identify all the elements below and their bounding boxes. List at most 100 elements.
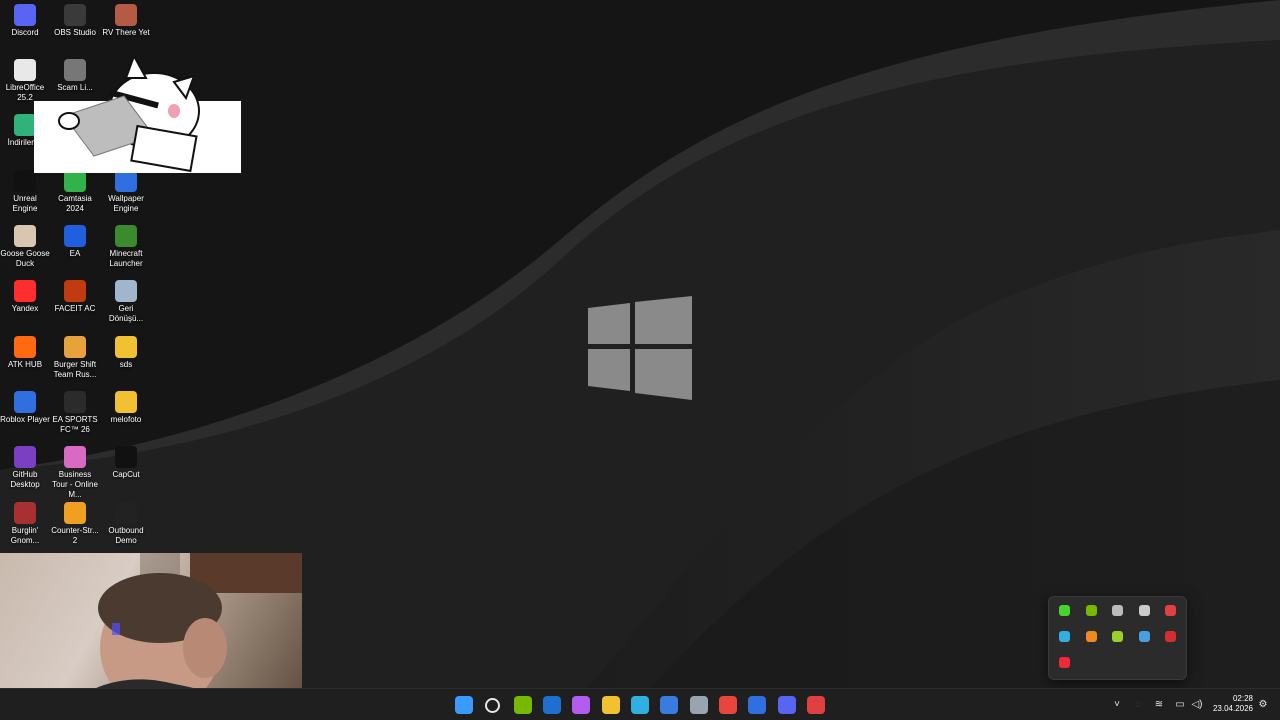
- cat-sticker-overlay: [34, 56, 241, 173]
- discord-icon[interactable]: [778, 696, 796, 714]
- desktop-icon-label: Goose Goose Duck: [0, 249, 50, 268]
- vpn-icon[interactable]: [1112, 605, 1123, 616]
- desktop-icon[interactable]: Counter-Str... 2: [50, 502, 100, 546]
- camtasia-icon: [64, 170, 86, 192]
- volume-icon[interactable]: ◁): [1191, 699, 1203, 711]
- recycle-bin-icon: [115, 280, 137, 302]
- wallpaper-engine-icon[interactable]: [748, 696, 766, 714]
- desktop-icon-label: Wallpaper Engine: [108, 194, 144, 213]
- downloads-icon: [14, 114, 36, 136]
- desktop-icon-label: melofoto: [110, 415, 142, 424]
- clock-date: 23.04.2026: [1212, 704, 1253, 713]
- desktop-icon[interactable]: RV There Yet: [101, 4, 151, 38]
- desktop-icon-label: sds: [119, 360, 133, 369]
- yandex-icon: [14, 280, 36, 302]
- network-icon[interactable]: ◌: [1132, 699, 1144, 711]
- nvidia-icon[interactable]: [1086, 605, 1097, 616]
- folder-icon: [115, 391, 137, 413]
- desktop-icon-label: Minecraft Launcher: [109, 249, 143, 268]
- desktop-icon[interactable]: Outbound Demo: [101, 502, 151, 546]
- goose-goose-duck-icon: [14, 225, 36, 247]
- chevron-up-icon[interactable]: ˅: [1111, 699, 1123, 711]
- record-icon[interactable]: [1059, 657, 1070, 668]
- unreal-engine-icon: [14, 170, 36, 192]
- desktop-icon-label: Outbound Demo: [108, 526, 144, 545]
- microphone-icon[interactable]: [1165, 631, 1176, 642]
- obs-icon: [64, 4, 86, 26]
- wifi-icon[interactable]: ≋: [1153, 699, 1165, 711]
- desktop-icon[interactable]: Discord: [0, 4, 50, 38]
- winrar-icon[interactable]: [1086, 631, 1097, 642]
- desktop-icon[interactable]: melofoto: [101, 391, 151, 425]
- razer-icon[interactable]: [1059, 605, 1070, 616]
- desktop-icon-label: Burglin' Gnom...: [10, 526, 40, 545]
- roblox-icon: [14, 391, 36, 413]
- outlook-icon[interactable]: [543, 696, 561, 714]
- desktop-icon-label: EA SPORTS FC™ 26: [52, 415, 98, 434]
- desktop-icon[interactable]: sds: [101, 336, 151, 370]
- business-tour-icon: [64, 446, 86, 468]
- desktop-icon[interactable]: Goose Goose Duck: [0, 225, 50, 269]
- desktop-icon[interactable]: CapCut: [101, 446, 151, 480]
- desktop-icon-label: Burger Shift Team Rus...: [53, 360, 97, 379]
- desktop-icon-label: RV There Yet: [102, 28, 150, 37]
- capcut-icon: [115, 446, 137, 468]
- outbound-icon: [115, 502, 137, 524]
- nvidia-app-icon[interactable]: [514, 696, 532, 714]
- desktop-icon[interactable]: EA: [50, 225, 100, 259]
- clock-time: 02:28: [1232, 694, 1253, 703]
- shield-icon[interactable]: [1165, 605, 1176, 616]
- desktop-icon[interactable]: Roblox Player: [0, 391, 50, 425]
- ea-icon: [64, 225, 86, 247]
- nvidia-app-icon[interactable]: [1112, 631, 1123, 642]
- desktop-icon[interactable]: Burger Shift Team Rus...: [50, 336, 100, 380]
- desktop-icon-label: CapCut: [112, 470, 140, 479]
- desktop-icon-label: Discord: [11, 28, 39, 37]
- desktop-icon[interactable]: Camtasia 2024: [50, 170, 100, 214]
- edge-icon[interactable]: [1059, 631, 1070, 642]
- taskbar: ˅ ◌ ≋ ▭ ◁) 02:28 23.04.2026 ⚙: [0, 688, 1280, 720]
- desktop-icon-label: Roblox Player: [0, 415, 50, 424]
- desktop-icon[interactable]: OBS Studio: [50, 4, 100, 38]
- desktop-icon[interactable]: Geri Dönüşü...: [101, 280, 151, 324]
- steelseries-icon[interactable]: [807, 696, 825, 714]
- github-desktop-icon: [14, 446, 36, 468]
- libreoffice-icon: [14, 59, 36, 81]
- desktop-icon[interactable]: Yandex: [0, 280, 50, 314]
- microsoft-store-icon[interactable]: [660, 696, 678, 714]
- desktop-icon[interactable]: Minecraft Launcher: [101, 225, 151, 269]
- desktop-icon[interactable]: Business Tour - Online M...: [50, 446, 100, 500]
- desktop-icon[interactable]: Unreal Engine: [0, 170, 50, 214]
- desktop-icon[interactable]: Wallpaper Engine: [101, 170, 151, 214]
- settings-icon[interactable]: [690, 696, 708, 714]
- onedrive-icon[interactable]: [1139, 631, 1150, 642]
- discord-icon: [14, 4, 36, 26]
- windows-logo: [588, 296, 692, 400]
- atk-hub-icon: [14, 336, 36, 358]
- desktop-icon[interactable]: ATK HUB: [0, 336, 50, 370]
- desktop-icon[interactable]: EA SPORTS FC™ 26: [50, 391, 100, 435]
- desktop-icon[interactable]: FACEIT AC: [50, 280, 100, 314]
- search-icon[interactable]: [485, 698, 500, 713]
- counter-strike-icon: [64, 502, 86, 524]
- desktop-icon-label: Yandex: [11, 304, 39, 313]
- clock[interactable]: 02:28 23.04.2026: [1205, 694, 1253, 714]
- desktop-icon-label: Geri Dönüşü...: [108, 304, 144, 323]
- folder-icon: [115, 336, 137, 358]
- display-icon[interactable]: ▭: [1174, 699, 1186, 711]
- steam-icon[interactable]: [1139, 605, 1150, 616]
- minecraft-icon: [115, 225, 137, 247]
- desktop-icon[interactable]: Burglin' Gnom...: [0, 502, 50, 546]
- tray-overflow-popup: [1048, 596, 1187, 680]
- desktop-icon-label: EA: [69, 249, 81, 258]
- file-explorer-icon[interactable]: [602, 696, 620, 714]
- rv-there-yet-icon: [115, 4, 137, 26]
- copilot-icon[interactable]: [572, 696, 590, 714]
- start-icon[interactable]: [455, 696, 473, 714]
- wallpaper-engine-icon: [115, 170, 137, 192]
- chrome-icon[interactable]: [719, 696, 737, 714]
- desktop-icon[interactable]: GitHub Desktop: [0, 446, 50, 490]
- edge-icon[interactable]: [631, 696, 649, 714]
- notification-icon[interactable]: ⚙: [1257, 699, 1269, 711]
- desktop-icon-label: OBS Studio: [54, 28, 96, 37]
